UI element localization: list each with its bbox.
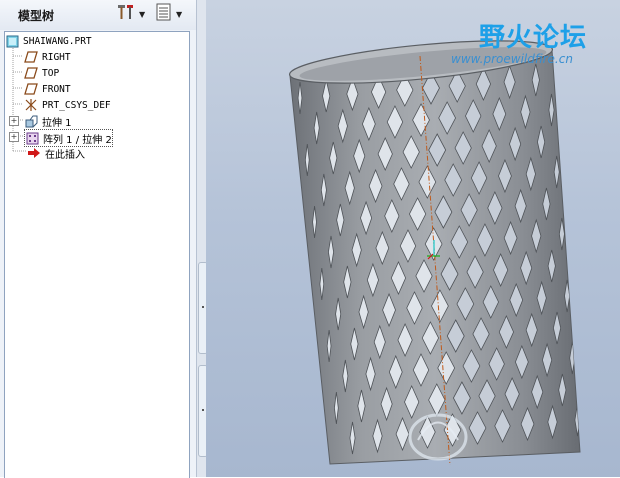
pattern-icon	[25, 131, 39, 145]
tree-item-extrude-1[interactable]: 拉伸 1	[24, 113, 72, 129]
tree-item-label: TOP	[42, 67, 60, 79]
insert-here-arrow-icon	[27, 146, 41, 160]
list-icon	[155, 3, 173, 25]
csys-icon	[24, 98, 38, 112]
graphics-viewport[interactable]: 野火论坛 www.proewildfire.cn	[206, 0, 620, 477]
tree-item-top-plane[interactable]: TOP	[24, 65, 59, 81]
tree-item-label: 阵列 1 / 拉伸 2	[43, 134, 112, 146]
grip-dot	[202, 306, 204, 308]
tools-icon	[116, 3, 136, 25]
tree-item-label: PRT_CSYS_DEF	[42, 99, 111, 111]
tree-item-right-plane[interactable]: RIGHT	[24, 49, 71, 65]
chevron-down-icon: ▼	[139, 9, 146, 19]
grip-dot	[202, 409, 204, 411]
tree-item-label: 在此插入	[45, 149, 85, 161]
tree-item-label: RIGHT	[42, 51, 71, 63]
tree-settings-button[interactable]: ▼	[116, 4, 150, 24]
chevron-down-icon: ▼	[176, 9, 183, 19]
tree-item-label: 拉伸 1	[42, 117, 72, 129]
tree-show-button[interactable]: ▼	[155, 3, 189, 25]
tree-item-label: FRONT	[42, 83, 71, 95]
expand-pattern-button[interactable]: +	[9, 132, 19, 142]
datum-plane-icon	[24, 82, 38, 96]
model-canvas	[288, 40, 581, 466]
datum-plane-icon	[24, 66, 38, 80]
watermark-url: www.proewildfire.cn	[451, 52, 573, 66]
tree-item-part[interactable]: SHAIWANG.PRT	[5, 33, 92, 49]
tree-item-csys[interactable]: PRT_CSYS_DEF	[24, 97, 111, 113]
watermark-title: 野火论坛	[479, 23, 588, 53]
tree-item-label: SHAIWANG.PRT	[23, 35, 92, 47]
extrude-icon	[24, 114, 38, 128]
tree-item-insert-here[interactable]: 在此插入	[27, 145, 85, 161]
expand-extrude-button[interactable]: +	[9, 116, 19, 126]
model-tree-title: 模型树	[18, 9, 55, 23]
datum-plane-icon	[24, 50, 38, 64]
model-tree-header: 模型树 ▼ ▼	[0, 0, 196, 30]
tree-item-front-plane[interactable]: FRONT	[24, 81, 71, 97]
model-tree: SHAIWANG.PRT RIGHT TOP FRONT PRT_CSYS_DE…	[4, 31, 190, 478]
model-tree-panel: 模型树 ▼ ▼ SHAIWANG.PRT RIGHT TOP FRONT PRT…	[0, 0, 196, 478]
part-icon	[5, 34, 19, 48]
